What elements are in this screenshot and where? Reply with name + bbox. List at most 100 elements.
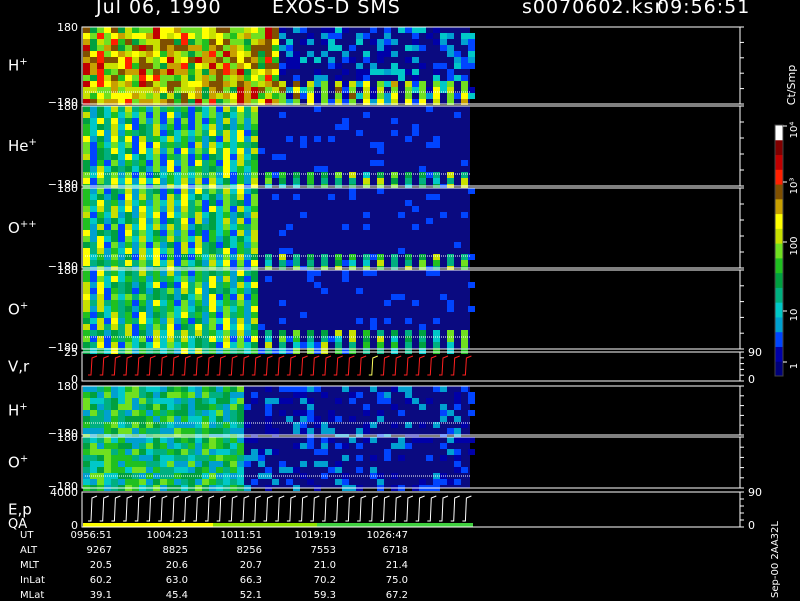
qa-flag-segment	[96, 523, 103, 527]
colorbar-tick-3: 100	[789, 236, 800, 255]
qa-flag-segment	[453, 523, 460, 527]
trace-mark	[427, 355, 437, 376]
footer-value: 8256	[236, 545, 262, 556]
trace-mark	[286, 355, 297, 376]
colorbar-swatch	[775, 139, 783, 156]
qa-flag-segment	[388, 523, 395, 527]
qa-flag-segment	[310, 523, 317, 527]
trace-mark	[88, 495, 98, 522]
qa-flag-segment	[297, 523, 304, 527]
panel-5-right-top: 90	[748, 346, 762, 359]
qa-flag-segment	[330, 523, 337, 527]
footer-value: 20.5	[89, 560, 112, 571]
qa-flag-segment	[414, 523, 421, 527]
header-date: Jul 06, 1990	[96, 0, 222, 18]
trace-mark	[216, 495, 226, 522]
qa-flag-segment	[336, 523, 343, 527]
qa-flag-segment	[369, 523, 376, 527]
ion-charge-superscript: +	[19, 57, 27, 68]
qa-flag-segment	[434, 523, 441, 527]
colorbar-swatch	[775, 316, 783, 333]
qa-flag-segment	[213, 523, 220, 527]
qa-flag-segment	[200, 523, 207, 527]
ion-charge-superscript: +	[20, 301, 28, 312]
trace-mark	[111, 495, 121, 522]
qa-flag-segment	[395, 523, 402, 527]
trace-mark	[310, 355, 320, 376]
footer-value: 20.7	[239, 560, 262, 571]
qa-flag-segment	[427, 523, 434, 527]
qa-flag-segment	[89, 523, 96, 527]
colorbar-swatch	[775, 154, 783, 170]
trace-mark	[439, 355, 449, 376]
trace-mark	[322, 495, 332, 522]
trace-mark	[134, 495, 144, 522]
trace-mark	[193, 495, 203, 522]
colorbar-swatch	[775, 169, 783, 185]
footer-value: 75.0	[385, 575, 408, 586]
side-code: Sep-00 2AA32L	[770, 521, 781, 598]
footer-label-inlat: InLat	[20, 575, 45, 586]
qa-flag-segment	[128, 523, 135, 527]
qa-flag-segment	[447, 523, 454, 527]
qa-flag-segment	[421, 523, 428, 527]
panel-7-label: O+	[8, 454, 28, 472]
footer-value: 39.1	[89, 590, 112, 601]
panel-1-label: H+	[8, 57, 28, 75]
qa-flag-segment	[382, 523, 389, 527]
qa-flag-segment	[291, 523, 298, 527]
footer-value: 67.2	[385, 590, 408, 601]
trace-mark	[368, 495, 378, 522]
footer-value: 0956:51	[70, 530, 112, 541]
trace-mark	[146, 355, 156, 376]
panel-5-right-bottom: 0	[748, 373, 755, 386]
qa-flag-segment	[226, 523, 233, 527]
trace-mark	[462, 355, 472, 376]
colorbar-tick-1: 1	[789, 363, 800, 369]
panel-7-spectrogram	[83, 437, 475, 491]
colorbar	[774, 124, 787, 377]
qa-flag-segment	[109, 523, 116, 527]
trace-mark	[169, 495, 180, 522]
panel-8-label: E,p	[8, 501, 32, 519]
qa-flag-segment	[135, 523, 142, 527]
qa-flag-segment	[115, 523, 122, 527]
trace-mark	[240, 355, 250, 376]
trace-mark	[228, 495, 238, 522]
footer-value: 1019:19	[294, 530, 336, 541]
footer-value: 7553	[310, 545, 336, 556]
trace-mark	[169, 355, 180, 376]
trace-mark	[415, 495, 425, 522]
trace-mark	[345, 355, 355, 376]
panel-2-spectrogram	[83, 106, 470, 190]
trace-mark	[298, 495, 308, 522]
trace-mark	[275, 495, 285, 522]
trace-mark	[462, 495, 472, 522]
trace-mark	[240, 495, 250, 522]
footer-value: 21.4	[385, 560, 408, 571]
colorbar-swatch	[775, 184, 783, 200]
colorbar-swatch	[775, 346, 783, 362]
trace-mark	[205, 495, 215, 522]
trace-mark	[263, 495, 273, 522]
footer-value: 6718	[382, 545, 408, 556]
qa-flag-segment	[304, 523, 311, 527]
panel-3-label: O++	[8, 219, 37, 237]
qa-flag-segment	[375, 523, 382, 527]
panel-1-ymax: 180	[57, 21, 78, 34]
footer-value: 9267	[86, 545, 112, 556]
footer-value: 1026:47	[366, 530, 408, 541]
header-instrument: EXOS-D SMS	[272, 0, 401, 18]
footer-value: 8825	[162, 545, 188, 556]
trace-mark	[205, 355, 215, 376]
qa-flag-segment	[83, 523, 90, 527]
footer-value: 45.4	[165, 590, 188, 601]
colorbar-tick-2: 10	[789, 309, 800, 322]
trace-mark	[439, 495, 449, 522]
qa-flag-segment	[206, 523, 213, 527]
footer-label-mlat: MLat	[20, 590, 45, 601]
colorbar-swatch	[775, 198, 783, 215]
colorbar-title: Ct/Smp	[785, 65, 798, 105]
qa-flag-segment	[271, 523, 278, 527]
trace-mark	[286, 495, 297, 522]
